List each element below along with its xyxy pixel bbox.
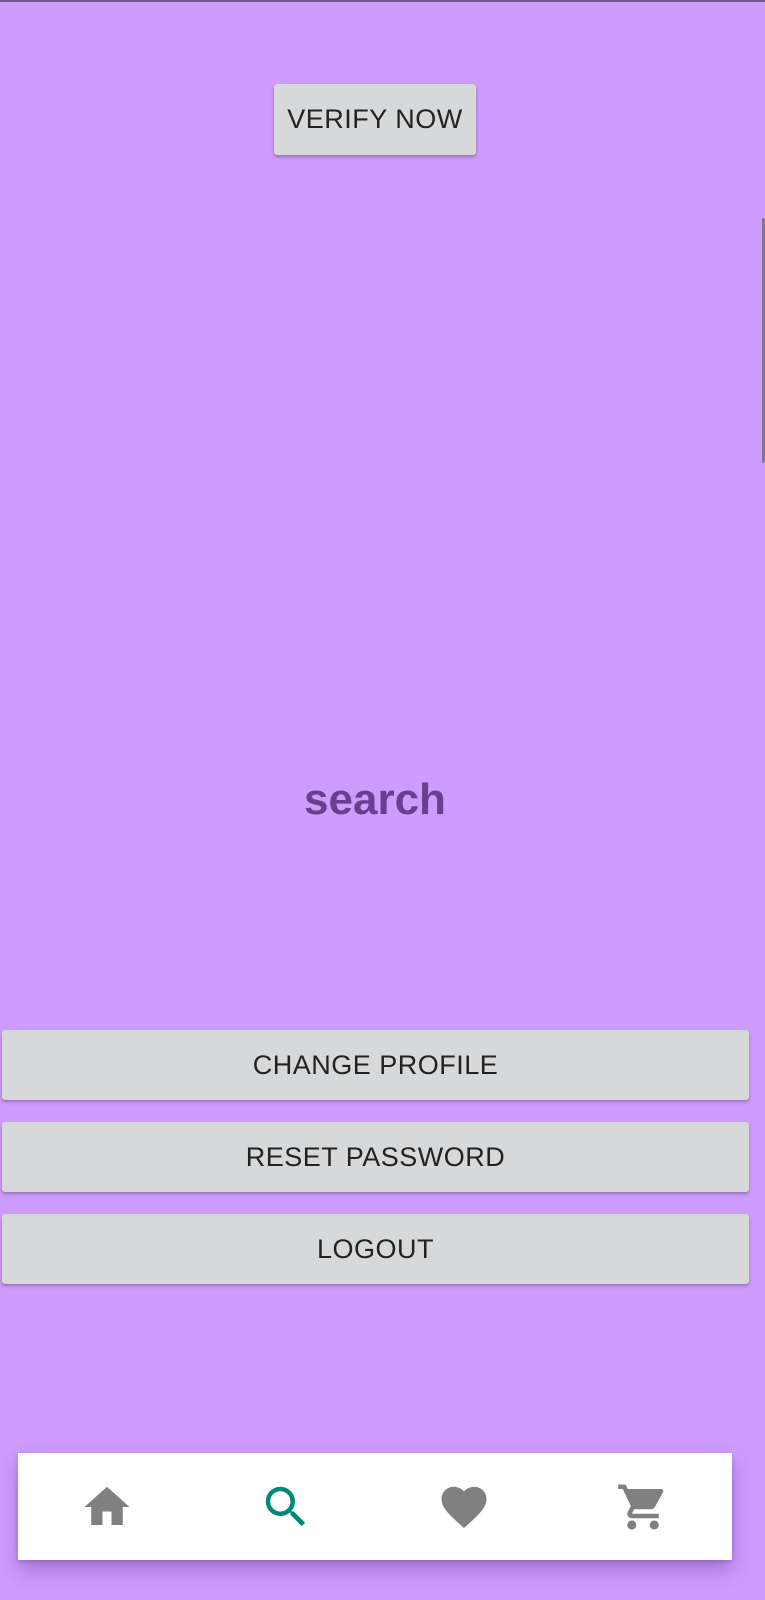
nav-item-home[interactable] [62,1462,152,1552]
top-border [0,0,765,2]
nav-item-search[interactable] [241,1462,331,1552]
reset-password-button[interactable]: RESET PASSWORD [2,1122,749,1192]
nav-item-cart[interactable] [598,1462,688,1552]
cart-icon [618,1484,664,1529]
bottom-navigation [18,1453,732,1560]
change-profile-button[interactable]: CHANGE PROFILE [2,1030,749,1100]
verify-now-button[interactable]: VERIFY NOW [274,84,476,155]
home-icon [84,1486,130,1525]
search-icon [265,1486,305,1526]
logout-button[interactable]: LOGOUT [2,1214,749,1284]
heart-icon [441,1486,487,1528]
page-title: search [304,775,446,824]
nav-item-favorites[interactable] [419,1462,509,1552]
